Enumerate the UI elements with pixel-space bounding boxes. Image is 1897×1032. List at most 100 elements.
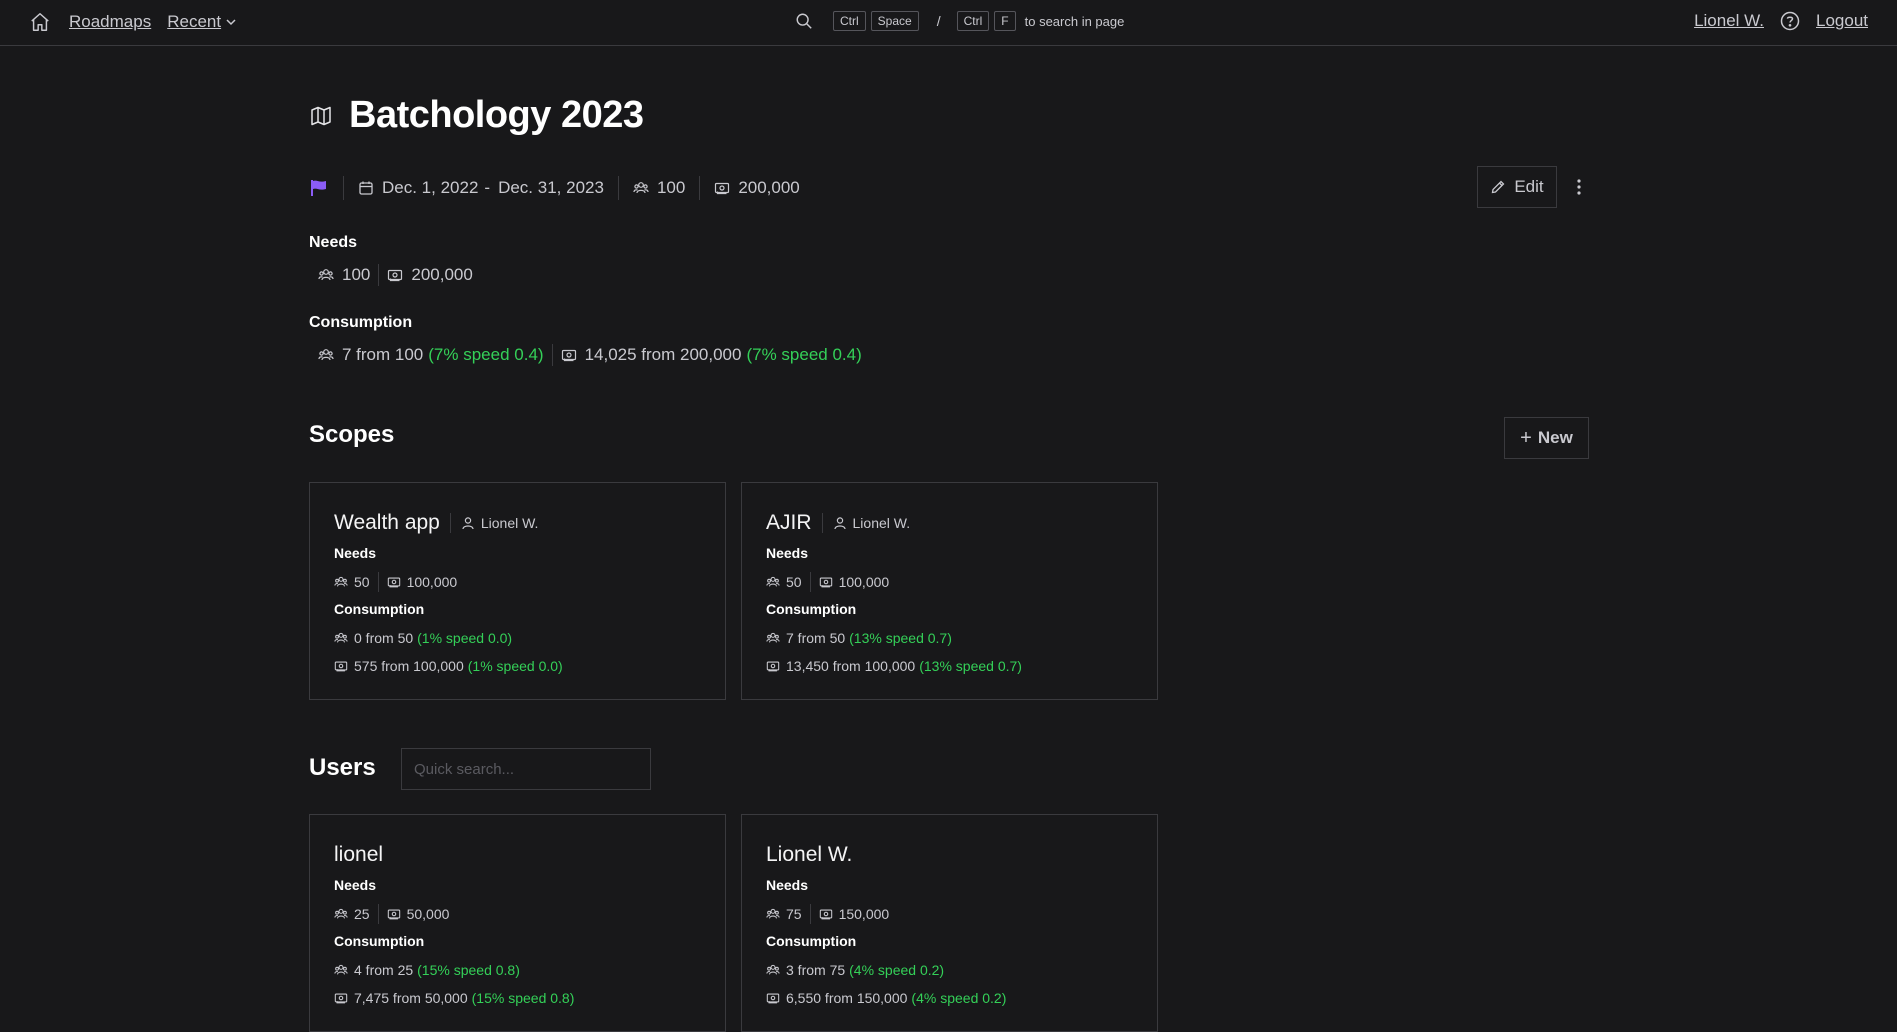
money-icon [766, 661, 780, 672]
nav-right: Lionel W. Logout [1694, 11, 1868, 31]
user-name[interactable]: lionel [334, 843, 383, 867]
people-icon [766, 908, 780, 919]
scope-owner: Lionel W. [461, 515, 539, 531]
people-icon [334, 908, 348, 919]
home-icon[interactable] [29, 10, 53, 34]
consumption-budget: 6,550 from 150,000 [786, 990, 908, 1006]
needs-label: Needs [766, 877, 809, 893]
budget-value: 200,000 [738, 178, 800, 197]
roadmap-header: Batchology 2023 [309, 94, 644, 137]
scope-owner: Lionel W. [833, 515, 910, 531]
money-icon [819, 909, 832, 920]
user-name[interactable]: Lionel W. [766, 843, 852, 867]
people-icon [633, 182, 649, 194]
money-icon [387, 577, 400, 588]
top-navigation-bar: Roadmaps Recent Ctrl Space / Ctrl F to s… [0, 0, 1897, 46]
needs-line: 25 50,000 [334, 903, 701, 925]
consumption-budget: 575 from 100,000 [354, 658, 464, 674]
needs-budget: 150,000 [838, 906, 890, 922]
consumption-budget: 14,025 from 200,000 [584, 345, 742, 364]
scopes-heading: Scopes [309, 421, 395, 448]
needs-budget: 200,000 [411, 265, 473, 284]
divider [377, 904, 379, 924]
divider [809, 572, 811, 592]
needs-people: 25 [354, 906, 370, 922]
user-card-header: lionel [334, 841, 701, 869]
needs-heading: Needs [309, 234, 358, 251]
consumption-label: Consumption [766, 601, 857, 617]
money-icon [561, 349, 576, 362]
kbd-ctrl: Ctrl [833, 11, 866, 31]
needs-people: 50 [786, 574, 802, 590]
users-search-input[interactable] [401, 748, 651, 790]
consumption-budget-line: 13,450 from 100,000 (13% speed 0.7) [766, 655, 1133, 677]
recent-label[interactable]: Recent [167, 12, 221, 32]
kbd-f: F [994, 11, 1016, 31]
consumption-people-speed: (1% speed 0.0) [417, 630, 513, 646]
scope-card[interactable]: AJIR Lionel W. Needs 50 100,000 Consumpt… [741, 482, 1158, 700]
consumption-budget-speed: (4% speed 0.2) [911, 990, 1007, 1006]
edit-button[interactable]: Edit [1477, 166, 1557, 208]
needs-label: Needs [334, 545, 377, 561]
consumption-budget-speed: (13% speed 0.7) [919, 658, 1022, 674]
money-icon [766, 993, 780, 1004]
logout-link[interactable]: Logout [1816, 11, 1868, 31]
chevron-down-icon [226, 19, 236, 26]
consumption-label: Consumption [334, 933, 425, 949]
scope-card-header: Wealth app Lionel W. [334, 509, 701, 537]
kbd-space: Space [870, 11, 919, 31]
needs-line: 75 150,000 [766, 903, 1133, 925]
consumption-people-line: 7 from 50 (13% speed 0.7) [766, 627, 1133, 649]
needs-label: Needs [766, 545, 809, 561]
scope-card-header: AJIR Lionel W. [766, 509, 1133, 537]
divider [449, 513, 451, 533]
scope-card[interactable]: Wealth app Lionel W. Needs 50 100,000 Co… [309, 482, 726, 700]
consumption-people-speed: (13% speed 0.7) [849, 630, 952, 646]
needs-budget: 100,000 [406, 574, 458, 590]
people-icon [318, 349, 334, 361]
needs-budget: 50,000 [406, 906, 450, 922]
money-icon [334, 661, 348, 672]
money-icon [334, 993, 348, 1004]
scope-name[interactable]: Wealth app [334, 511, 440, 535]
date-end: Dec. 31, 2023 [498, 178, 604, 197]
roadmaps-link[interactable]: Roadmaps [69, 12, 151, 32]
people-icon [334, 964, 348, 975]
divider [378, 264, 380, 286]
budget-amount: 200,000 [714, 178, 800, 198]
consumption-people-speed: (15% speed 0.8) [417, 962, 520, 978]
plus-icon: + [1520, 426, 1532, 449]
search-shortcuts: Ctrl Space / Ctrl F to search in page [795, 11, 1124, 31]
help-icon[interactable] [1780, 11, 1800, 31]
date-range: Dec. 1, 2022 - Dec. 31, 2023 [358, 178, 604, 198]
needs-people: 75 [786, 906, 802, 922]
money-icon [388, 269, 403, 282]
new-label: New [1537, 428, 1573, 447]
new-scope-button[interactable]: + New [1504, 417, 1589, 459]
user-card[interactable]: lionel Needs 25 50,000 Consumption 4 fro… [309, 814, 726, 1032]
recent-dropdown[interactable]: Recent [167, 12, 237, 32]
people-icon [334, 632, 348, 643]
user-card-header: Lionel W. [766, 841, 1133, 869]
consumption-budget-line: 575 from 100,000 (1% speed 0.0) [334, 655, 701, 677]
owner-name: Lionel W. [480, 515, 539, 531]
scope-name[interactable]: AJIR [766, 511, 812, 535]
needs-row: 100 200,000 [318, 264, 473, 286]
divider [551, 344, 553, 366]
more-options-icon[interactable] [1571, 177, 1587, 197]
map-icon [309, 104, 333, 128]
consumption-people-line: 0 from 50 (1% speed 0.0) [334, 627, 701, 649]
consumption-budget: 7,475 from 50,000 [354, 990, 468, 1006]
user-link[interactable]: Lionel W. [1694, 11, 1764, 31]
edit-label: Edit [1514, 177, 1544, 196]
search-icon[interactable] [795, 12, 813, 30]
people-count: 100 [633, 178, 685, 198]
flag-icon [309, 178, 329, 198]
calendar-icon [359, 181, 373, 195]
user-card[interactable]: Lionel W. Needs 75 150,000 Consumption 3… [741, 814, 1158, 1032]
divider [377, 572, 379, 592]
people-icon [766, 964, 780, 975]
money-icon [715, 182, 730, 195]
shortcut-separator: / [936, 13, 941, 29]
needs-people: 100 [342, 265, 371, 284]
